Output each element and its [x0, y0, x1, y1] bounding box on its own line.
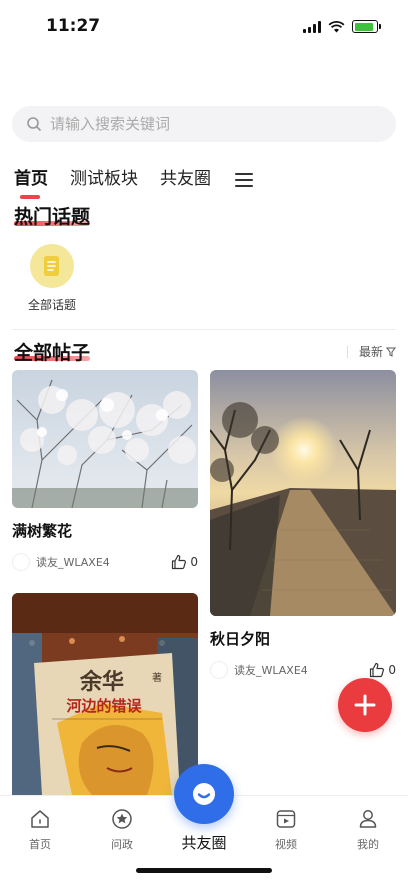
person-icon: [355, 806, 381, 832]
sort-dropdown[interactable]: 最新: [347, 343, 396, 360]
home-icon: [27, 806, 53, 832]
tab-bar: 首页 测试板块 共友圈: [14, 164, 253, 199]
post-author: 读友_WLAXE4: [234, 664, 308, 677]
search-icon: [27, 117, 41, 131]
all-posts-title: 全部帖子: [14, 342, 91, 364]
avatar[interactable]: [210, 661, 228, 679]
divider: [12, 329, 396, 330]
like-button[interactable]: 0: [171, 554, 198, 570]
status-icons: [303, 20, 381, 33]
battery-icon: [352, 20, 381, 33]
chat-bubble-icon: [193, 783, 215, 805]
thumbs-up-icon: [370, 662, 385, 678]
nav-home[interactable]: 首页: [10, 806, 70, 852]
tab-test-board[interactable]: 测试板块: [70, 164, 138, 195]
nav-ask-label: 问政: [111, 838, 133, 851]
star-badge-icon: [109, 806, 135, 832]
plus-icon: [354, 694, 376, 716]
book-title: 余华: [79, 669, 124, 695]
post-image[interactable]: [210, 370, 396, 616]
home-indicator: [136, 868, 272, 873]
like-count: 0: [388, 663, 396, 677]
nav-home-label: 首页: [29, 838, 51, 851]
nav-video[interactable]: 视频: [256, 806, 316, 852]
nav-mine-label: 我的: [357, 838, 379, 851]
topic-all[interactable]: 全部话题: [24, 244, 80, 313]
hot-topics-title: 热门话题: [14, 206, 91, 228]
post-card[interactable]: 余华 著 河边的错误: [12, 593, 198, 795]
filter-icon: [386, 347, 396, 357]
avatar[interactable]: [12, 553, 30, 571]
add-post-button[interactable]: [338, 678, 392, 732]
status-bar: 11:27: [0, 0, 408, 50]
post-image[interactable]: [12, 370, 198, 508]
post-image[interactable]: 余华 著 河边的错误: [12, 593, 198, 795]
post-title: 秋日夕阳: [210, 630, 271, 648]
nav-mine[interactable]: 我的: [338, 806, 398, 852]
status-time: 11:27: [46, 16, 101, 36]
post-meta: 读友_WLAXE4 0: [12, 553, 198, 571]
nav-center-button[interactable]: [174, 764, 234, 824]
nav-ask[interactable]: 问政: [92, 806, 152, 852]
post-author: 读友_WLAXE4: [36, 556, 110, 569]
like-count: 0: [190, 555, 198, 569]
sort-label: 最新: [358, 345, 383, 359]
post-meta: 读友_WLAXE4 0: [210, 661, 396, 679]
search-input[interactable]: [50, 115, 370, 133]
video-icon: [273, 806, 299, 832]
wifi-icon: [328, 20, 345, 32]
post-card[interactable]: 满树繁花 读友_WLAXE4 0: [12, 370, 198, 571]
tab-home[interactable]: 首页: [14, 164, 48, 199]
tab-gongyouquan[interactable]: 共友圈: [160, 164, 211, 195]
signal-icon: [303, 20, 321, 33]
post-title: 满树繁花: [12, 522, 73, 540]
book-author-mark: 著: [152, 671, 162, 684]
document-icon: [30, 244, 74, 288]
book-subtitle: 河边的错误: [66, 697, 142, 715]
nav-center-label[interactable]: 共友圈: [170, 832, 238, 853]
thumbs-up-icon: [172, 554, 187, 570]
topic-label: 全部话题: [27, 298, 76, 312]
post-card[interactable]: 秋日夕阳 读友_WLAXE4 0: [210, 370, 396, 679]
search-bar[interactable]: [12, 106, 396, 142]
nav-video-label: 视频: [275, 838, 297, 851]
like-button[interactable]: 0: [369, 662, 396, 678]
menu-icon[interactable]: [235, 172, 253, 187]
